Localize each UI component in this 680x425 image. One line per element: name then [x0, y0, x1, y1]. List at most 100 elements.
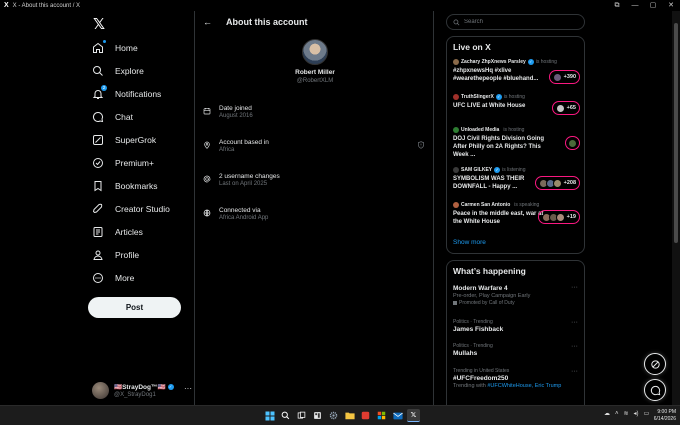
live-item[interactable]: TruthSlingerX ✓ is hosting UFC LIVE at Whi… [453, 94, 580, 115]
live-item[interactable]: Unloaded Media is hosting DOJ Civil Right… [453, 127, 580, 159]
taskbar-clock[interactable]: 9:00 PM 6/14/2026 [648, 409, 676, 423]
account-more-icon[interactable]: ··· [184, 384, 192, 393]
host-status: is listening [502, 167, 526, 173]
show-more-link[interactable]: Show more [453, 239, 486, 246]
windows-start-icon[interactable] [263, 409, 276, 422]
trend-more-icon[interactable]: ··· [571, 284, 578, 291]
location-icon [204, 141, 210, 149]
show-hidden-icons[interactable]: ˄ [615, 411, 619, 417]
host-status: is hosting [503, 94, 525, 100]
volume-icon[interactable]: ◂) [634, 410, 639, 417]
promoted-icon [453, 301, 457, 305]
listener-count: +19 [566, 214, 576, 220]
host-name: SAM GILKEY [461, 167, 493, 173]
search-input[interactable] [464, 19, 574, 25]
settings-gear-icon[interactable] [327, 409, 340, 422]
sidebar-item-explore[interactable]: Explore [92, 61, 144, 81]
profile-summary: Robert Miller @RobertXLM [195, 39, 435, 84]
trend-item[interactable]: Politics · Trending Mullahs ··· [453, 343, 580, 357]
app-icon-grid[interactable] [375, 409, 388, 422]
minimize-button[interactable]: — [626, 0, 644, 11]
sidebar-item-label: More [115, 273, 135, 283]
back-arrow-icon[interactable]: ← [203, 17, 212, 27]
sidebar-item-notifications[interactable]: 2 Notifications [92, 84, 161, 104]
verified-badge-icon: ✓ [495, 94, 502, 100]
sidebar-item-more[interactable]: More [92, 268, 134, 288]
mail-icon[interactable] [391, 409, 404, 422]
trend-more-icon[interactable]: ··· [571, 319, 578, 326]
sidebar-item-home[interactable]: Home [92, 38, 138, 58]
extensions-icon[interactable]: ⧉ [608, 0, 626, 11]
sidebar-item-profile[interactable]: Profile [92, 245, 139, 265]
page-header: ← About this account [195, 11, 435, 33]
app-icon-red[interactable] [359, 409, 372, 422]
grok-fab-button[interactable] [644, 353, 666, 375]
windows-taskbar: 𝕏 ☁ ˄ ≋ ◂) ▭ 9:00 PM 6/14/2026 [0, 405, 680, 425]
profile-name: Robert Miller [295, 69, 335, 76]
listener-pill: +390 [548, 70, 580, 84]
account-switcher[interactable]: 🇺🇸StrayDog™🇺🇸 ✓ @X_StrayDog1 ··· [92, 380, 192, 400]
wifi-icon[interactable]: ≋ [624, 410, 629, 417]
host-avatar [453, 202, 459, 208]
window-controls: ⧉ — ▢ ✕ [608, 0, 680, 11]
messages-fab-button[interactable] [644, 379, 666, 401]
page-scrollbar[interactable] [672, 11, 680, 405]
trend-more-icon[interactable]: ··· [571, 343, 578, 350]
profile-handle: @RobertXLM [296, 78, 334, 84]
x-taskbar-app-icon[interactable]: 𝕏 [407, 409, 420, 422]
trend-item[interactable]: Politics · Trending James Fishback ··· [453, 319, 580, 333]
info-row-account-based-in: Account based in Africa [203, 139, 431, 153]
host-name: Unloaded Media [461, 127, 500, 133]
system-tray: ☁ ˄ ≋ ◂) ▭ [604, 410, 649, 418]
notification-badge: 2 [101, 85, 107, 91]
file-explorer-icon[interactable] [343, 409, 356, 422]
sidebar-item-bookmarks[interactable]: Bookmarks [92, 176, 158, 196]
profile-icon [92, 249, 104, 261]
right-column: Live on X Zachary ZhpXnews Parsley✓is ho… [446, 11, 586, 410]
bookmark-icon [92, 180, 104, 192]
listener-pill: +65 [551, 101, 580, 115]
trend-more-icon[interactable]: ··· [571, 368, 578, 375]
trend-item[interactable]: Modern Warfare 4 Pre-order, Play Campaig… [453, 284, 580, 306]
grok-icon [650, 359, 660, 369]
info-row-connected-via: Connected via Africa Android App [203, 207, 431, 221]
cloud-icon[interactable]: ☁ [604, 410, 610, 417]
trend-item[interactable]: Trending in United States #UFCFreedom250… [453, 368, 580, 389]
widgets-icon[interactable] [311, 409, 324, 422]
post-button[interactable]: Post [88, 297, 181, 318]
live-title: #zhpxnewsHq #xlive #wearethepeople #blue… [453, 68, 539, 82]
sidebar-item-premium[interactable]: Premium+ [92, 153, 154, 173]
sidebar-item-creator-studio[interactable]: Creator Studio [92, 199, 170, 219]
taskbar-search-icon[interactable] [279, 409, 292, 422]
page-title: About this account [226, 17, 308, 27]
sidebar-item-chat[interactable]: Chat [92, 107, 133, 127]
search-box[interactable] [446, 14, 585, 30]
happening-card-title: What’s happening [453, 266, 526, 276]
sidebar-item-label: Articles [115, 227, 143, 237]
shield-info-icon[interactable] [417, 141, 425, 149]
close-button[interactable]: ✕ [662, 0, 680, 11]
info-row-date-joined: Date joined August 2016 [203, 105, 431, 119]
live-item[interactable]: Carmen San Antonio is speaking Peace in t… [453, 202, 580, 226]
info-row-value: August 2016 [219, 113, 253, 119]
sidebar-item-label: Notifications [115, 89, 162, 99]
live-item[interactable]: SAM GILKEY ✓ is listening SYMBOLISM WAS TH… [453, 167, 580, 191]
search-icon [453, 19, 460, 25]
trend-related-links[interactable]: #UFCWhiteHouse, Eric Trump [487, 383, 561, 389]
info-row-value: Last on April 2025 [219, 181, 268, 187]
sidebar-item-label: Home [115, 43, 138, 53]
profile-avatar[interactable] [302, 39, 328, 65]
scrollbar-thumb[interactable] [674, 23, 678, 243]
trend-context: Politics · Trending [453, 343, 493, 349]
maximize-button[interactable]: ▢ [644, 0, 662, 11]
info-row-title: Account based in [219, 139, 269, 146]
sidebar-item-label: Chat [115, 112, 133, 122]
x-logo[interactable]: 𝕏 [93, 15, 105, 33]
live-item[interactable]: Zachary ZhpXnews Parsley ✓ is hosting #zhp… [453, 59, 580, 84]
task-view-icon[interactable] [295, 409, 308, 422]
host-status: is hosting [503, 127, 525, 133]
sidebar-item-articles[interactable]: Articles [92, 222, 143, 242]
host-status: is hosting [535, 59, 557, 65]
sidebar-item-supergrok[interactable]: SuperGrok [92, 130, 156, 150]
at-icon [203, 175, 211, 183]
